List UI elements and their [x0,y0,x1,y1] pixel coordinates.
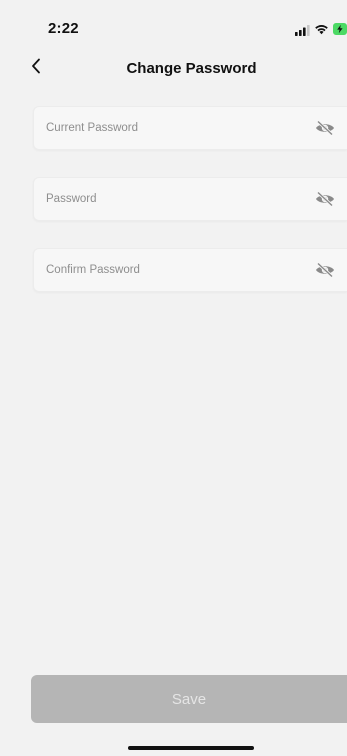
new-password-field [33,177,347,221]
status-time: 2:22 [48,20,79,37]
confirm-password-field [33,248,347,292]
wifi-icon [314,22,329,35]
nav-bar: Change Password [0,50,347,90]
home-indicator [128,746,254,750]
save-button[interactable]: Save [31,675,347,723]
new-password-input[interactable] [34,178,306,220]
battery-charging-icon [333,22,347,35]
status-icons [295,20,347,36]
eye-slash-icon[interactable] [315,262,335,278]
eye-slash-icon[interactable] [315,120,335,136]
confirm-password-input[interactable] [34,249,306,291]
eye-slash-icon[interactable] [315,191,335,207]
current-password-field [33,106,347,150]
signal-icon [295,23,310,36]
current-password-input[interactable] [34,107,306,149]
status-bar: 2:22 [0,0,347,48]
change-password-screen: 2:22 Change Password Save [0,0,347,756]
page-title: Change Password [126,60,257,77]
